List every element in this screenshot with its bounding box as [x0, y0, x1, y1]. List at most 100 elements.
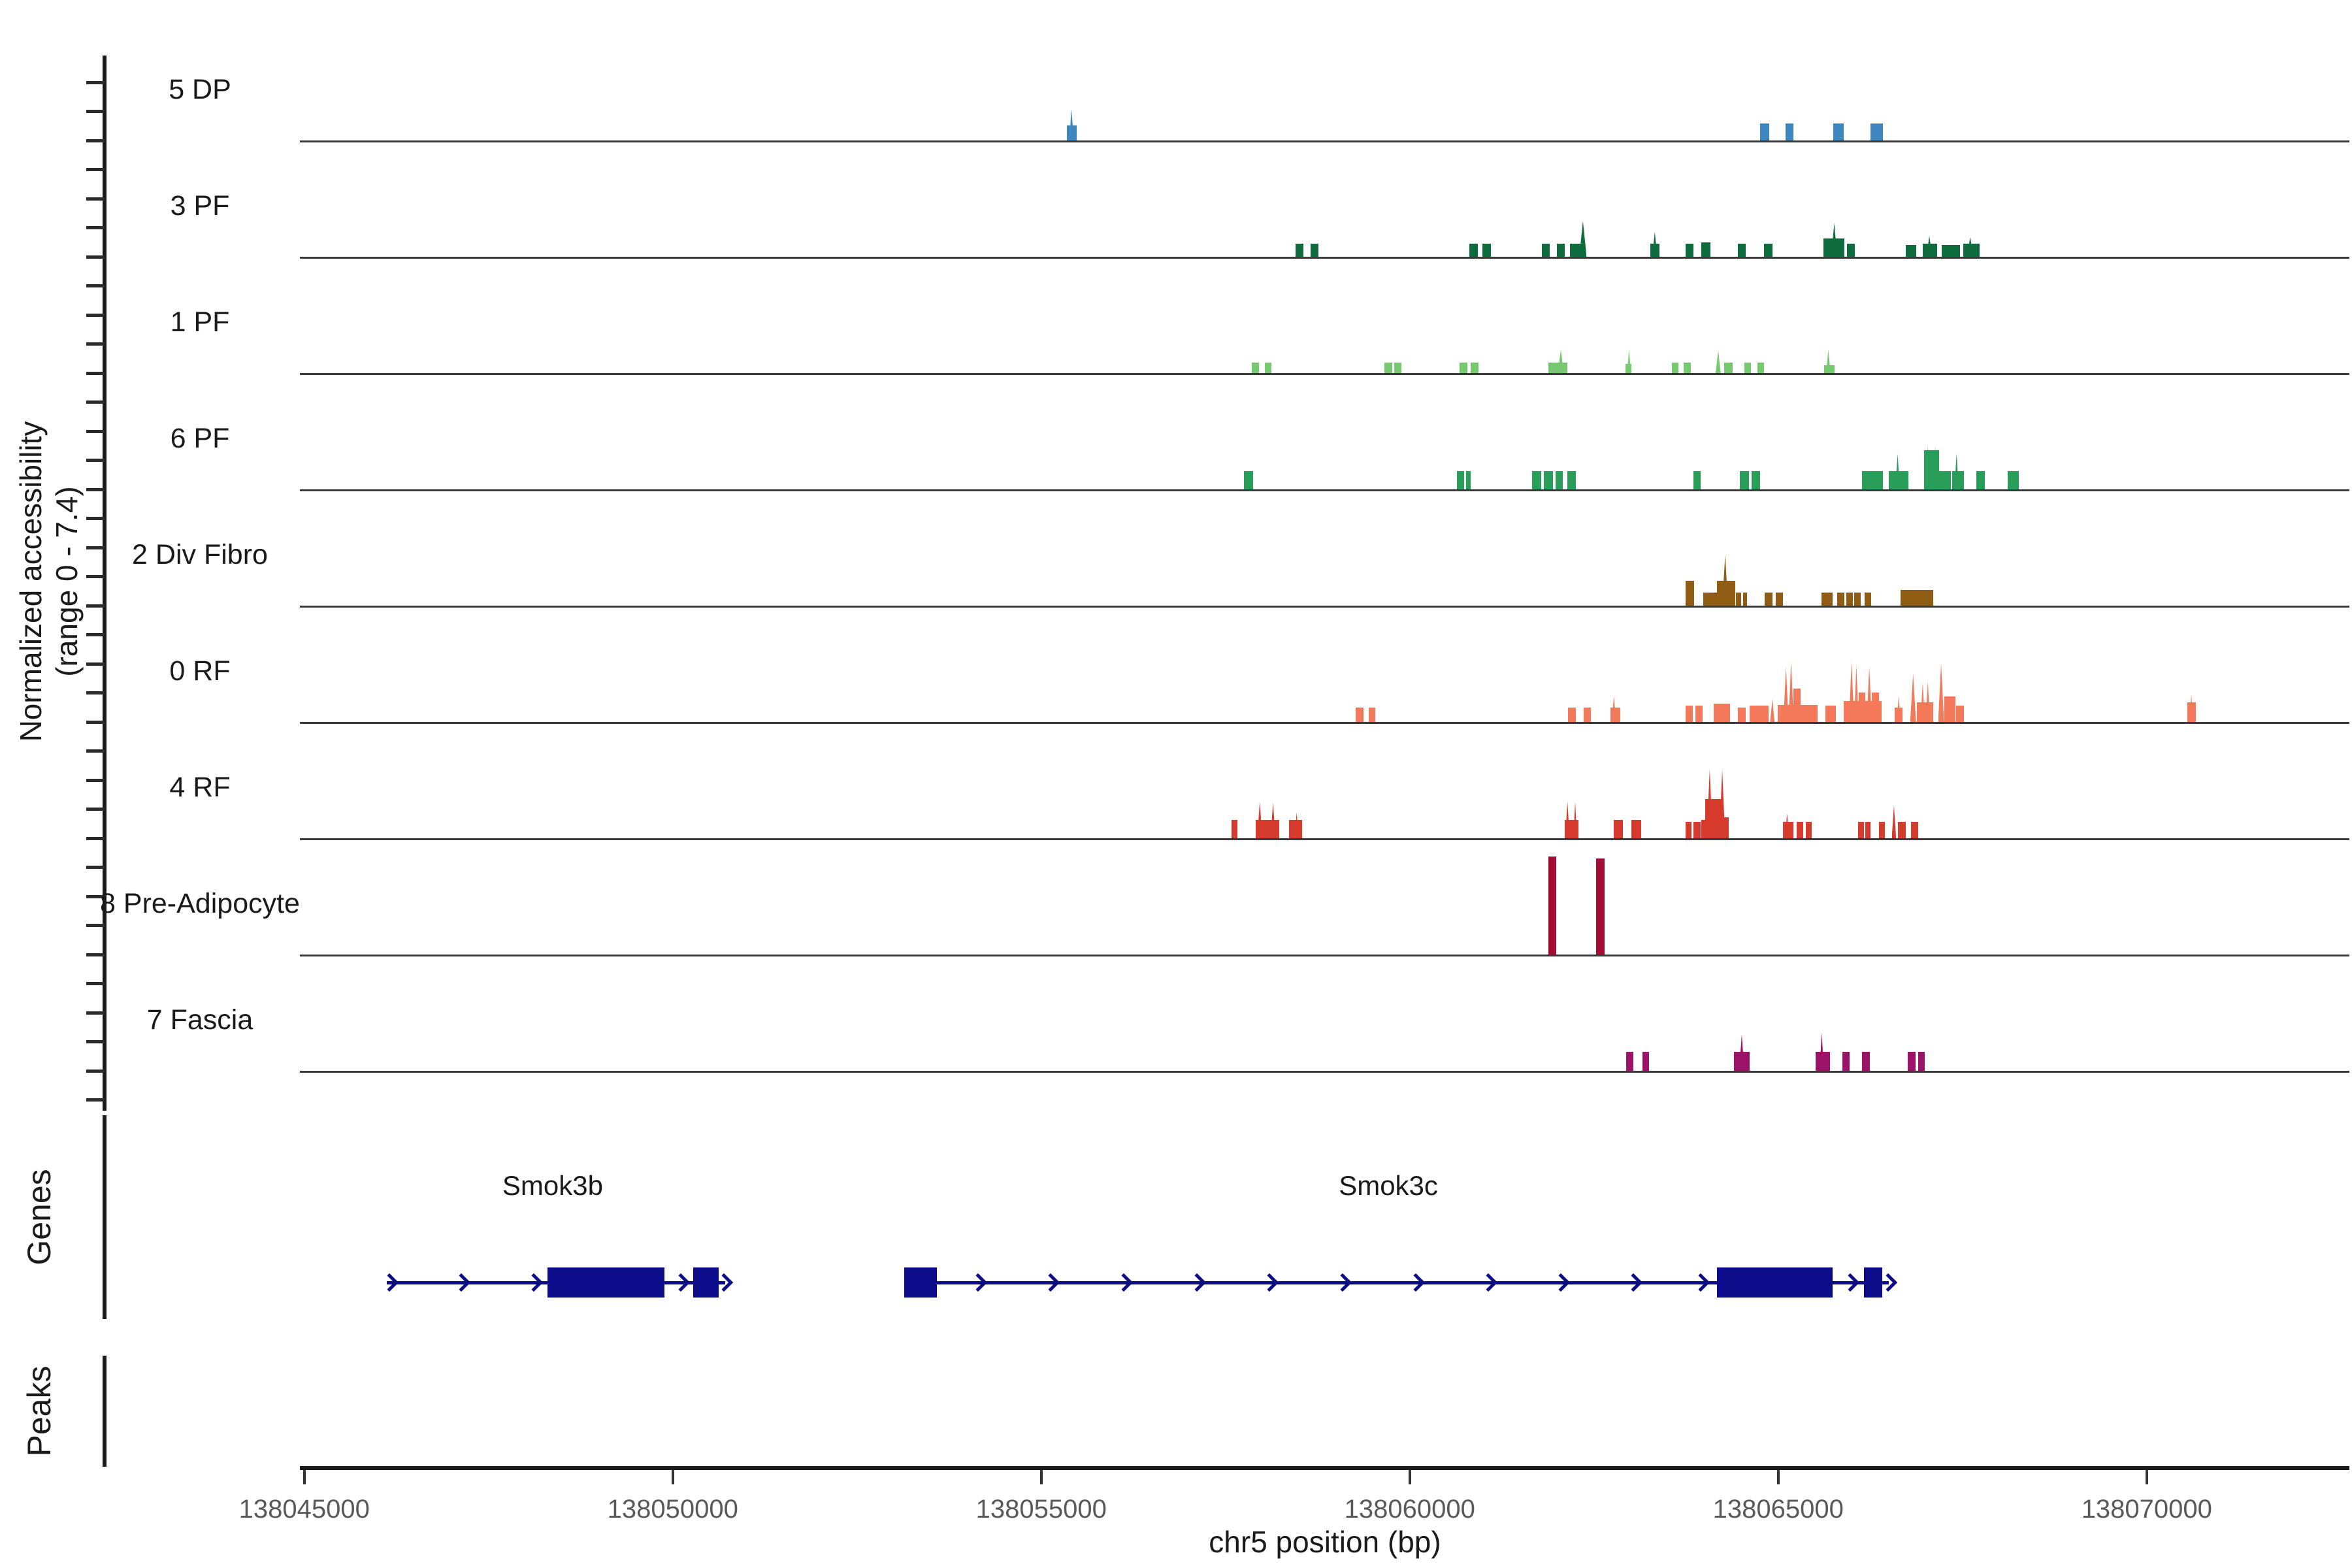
accessibility-axis-tick	[86, 1040, 105, 1043]
coverage-bar	[1722, 555, 1728, 606]
coverage-bar	[1738, 708, 1746, 722]
gene-name-label: Smok3c	[1192, 1169, 1584, 1202]
coverage-bar	[1740, 471, 1749, 489]
accessibility-axis-tick	[86, 226, 105, 229]
coverage-bar	[1471, 363, 1478, 373]
coverage-bar	[1821, 593, 1833, 606]
coverage-bar	[1833, 123, 1844, 140]
coverage-bar	[1786, 123, 1793, 140]
coverage-bar	[1776, 593, 1782, 606]
accessibility-axis-tick	[86, 372, 105, 375]
gene-exon	[547, 1267, 664, 1298]
gene-exon	[904, 1267, 937, 1298]
gene-strand-arrow-icon	[1691, 1273, 1710, 1292]
track-label-5-dp: 5 DP	[13, 70, 387, 109]
accessibility-axis-tick	[86, 400, 105, 404]
x-axis-tick	[1777, 1470, 1780, 1484]
accessibility-axis-tick	[86, 808, 105, 811]
coverage-bar	[1556, 471, 1563, 489]
coverage-bar	[1867, 666, 1872, 722]
accessibility-axis-tick	[86, 255, 105, 259]
accessibility-axis-tick	[86, 866, 105, 869]
coverage-bar	[1870, 123, 1883, 140]
track-label-4-rf: 4 RF	[13, 768, 387, 807]
coverage-bar	[1684, 363, 1690, 373]
coverage-bar	[1714, 704, 1731, 722]
coverage-bar	[1847, 244, 1855, 257]
coverage-bar	[1596, 858, 1604, 955]
coverage-bar	[1879, 822, 1885, 838]
coverage-bar	[1752, 471, 1759, 489]
track-label-6-pf: 6 PF	[13, 419, 387, 458]
coverage-bar	[1265, 363, 1271, 373]
accessibility-axis-tick	[86, 924, 105, 927]
coverage-bar	[1686, 244, 1693, 257]
coverage-bar	[1918, 1052, 1925, 1071]
coverage-bar	[1917, 702, 1933, 722]
coverage-bar	[1908, 1052, 1915, 1071]
gene-exon	[1717, 1267, 1833, 1298]
x-axis-tick-label: 138045000	[141, 1493, 468, 1526]
accessibility-axis-tick	[86, 575, 105, 578]
coverage-bar	[1548, 363, 1567, 373]
coverage-bar	[1724, 363, 1732, 373]
coverage-bar	[1311, 244, 1318, 257]
track-label-3-pf: 3 PF	[13, 186, 387, 225]
coverage-bar	[1567, 471, 1575, 489]
coverage-bar	[1765, 593, 1772, 606]
coverage-bar	[1296, 244, 1303, 257]
coverage-bar	[1859, 693, 1865, 722]
coverage-bar	[1956, 706, 1964, 722]
coverage-bar	[1384, 363, 1392, 373]
gene-name-label: Smok3b	[357, 1169, 749, 1202]
coverage-bar	[1865, 593, 1871, 606]
coverage-bar	[1744, 363, 1751, 373]
coverage-bar	[1695, 706, 1702, 722]
accessibility-axis-tick	[86, 749, 105, 753]
x-axis-tick	[1409, 1470, 1411, 1484]
gene-strand-arrow-icon	[1115, 1273, 1133, 1292]
coverage-bar	[1482, 244, 1490, 257]
accessibility-axis-tick	[86, 721, 105, 724]
coverage-bar	[1865, 822, 1870, 838]
accessibility-axis-tick	[86, 1098, 105, 1102]
track-label-0-rf: 0 RF	[13, 651, 387, 691]
track-baseline	[300, 838, 2349, 840]
coverage-bar	[1842, 1052, 1850, 1071]
coverage-bar	[1701, 242, 1710, 257]
x-axis-line	[300, 1466, 2349, 1470]
accessibility-axis-tick	[86, 139, 105, 142]
gene-strand-arrow-icon	[1260, 1273, 1279, 1292]
gene-strand-arrow-icon	[672, 1273, 690, 1292]
peaks-section-label: Peaks	[20, 1215, 59, 1568]
coverage-bar	[1716, 351, 1721, 373]
gene-strand-arrow-icon	[1041, 1273, 1060, 1292]
gene-strand-arrow-icon	[452, 1273, 470, 1292]
gene-strand-arrow-icon	[1841, 1273, 1859, 1292]
coverage-bar	[1793, 689, 1800, 722]
coverage-bar	[1548, 857, 1556, 955]
coverage-bar	[1693, 822, 1701, 838]
coverage-bar	[1686, 706, 1693, 722]
coverage-bar	[1898, 822, 1906, 838]
gene-strand-arrow-icon	[525, 1273, 543, 1292]
coverage-bar	[1892, 806, 1897, 838]
coverage-bar	[1568, 708, 1575, 722]
coverage-bar	[1770, 699, 1774, 722]
gene-strand-arrow-icon	[380, 1273, 399, 1292]
coverage-bar	[1750, 706, 1769, 722]
x-axis-tick	[1040, 1470, 1043, 1484]
coverage-bar	[2008, 471, 2019, 489]
gene-strand-arrow-icon	[1479, 1273, 1497, 1292]
accessibility-axis-tick	[86, 488, 105, 491]
coverage-bar	[1901, 590, 1933, 606]
accessibility-axis-tick	[86, 691, 105, 694]
coverage-bar	[1469, 244, 1477, 257]
coverage-bar	[1244, 471, 1253, 489]
track-label-2-div-fibro: 2 Div Fibro	[13, 535, 387, 574]
gene-strand-arrow-icon	[1552, 1273, 1570, 1292]
coverage-bar	[1544, 471, 1553, 489]
coverage-bar	[1862, 1052, 1869, 1071]
gene-strand-arrow-icon	[1187, 1273, 1205, 1292]
track-baseline	[300, 489, 2349, 491]
